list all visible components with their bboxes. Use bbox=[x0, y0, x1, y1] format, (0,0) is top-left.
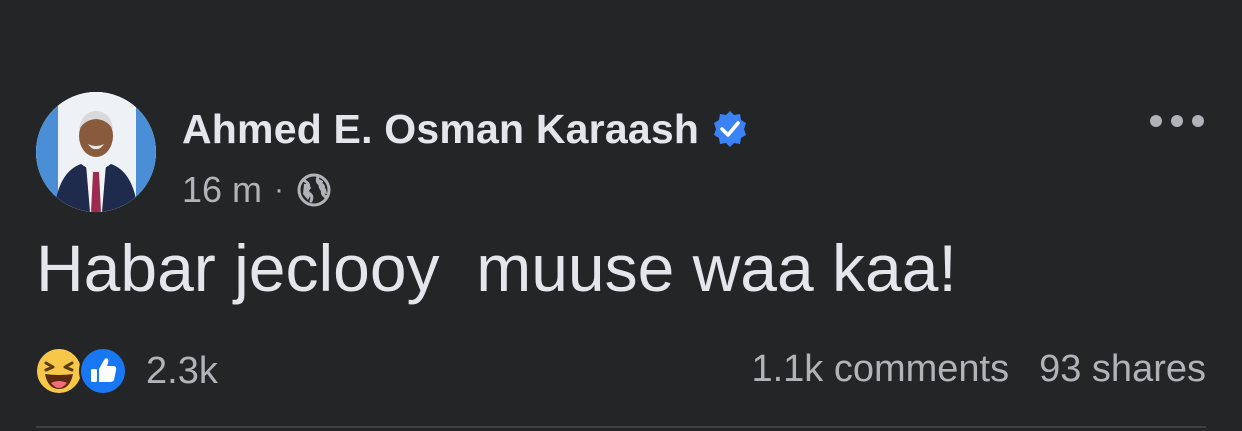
avatar-image bbox=[36, 92, 156, 212]
meta-separator: · bbox=[274, 173, 285, 206]
post-meta: 16 m · bbox=[182, 170, 332, 210]
more-dot-icon bbox=[1171, 115, 1183, 127]
globe-icon[interactable] bbox=[296, 172, 332, 208]
more-options-button[interactable] bbox=[1150, 106, 1204, 136]
author-name[interactable]: Ahmed E. Osman Karaash bbox=[182, 104, 699, 154]
post-text: Habar jeclooy muuse waa kaa! bbox=[36, 231, 957, 305]
haha-reaction-icon bbox=[35, 347, 83, 395]
like-reaction-icon bbox=[79, 347, 127, 395]
post-card: Ahmed E. Osman Karaash 16 m · Habar jecl… bbox=[0, 0, 1242, 431]
shares-count-link[interactable]: 93 shares bbox=[1039, 348, 1206, 391]
reactions-summary[interactable]: 2.3k bbox=[34, 344, 218, 398]
verified-badge-icon bbox=[711, 110, 749, 148]
author-avatar[interactable] bbox=[36, 92, 156, 212]
more-dot-icon bbox=[1192, 115, 1204, 127]
post-time[interactable]: 16 m bbox=[182, 170, 262, 210]
reaction-icons bbox=[34, 344, 134, 398]
comments-count-link[interactable]: 1.1k comments bbox=[751, 348, 1009, 391]
more-dot-icon bbox=[1150, 115, 1162, 127]
engagement-stats: 1.1k comments 93 shares bbox=[751, 348, 1206, 391]
reaction-count: 2.3k bbox=[146, 349, 218, 392]
author-header: Ahmed E. Osman Karaash bbox=[182, 104, 749, 154]
divider bbox=[36, 426, 1206, 428]
